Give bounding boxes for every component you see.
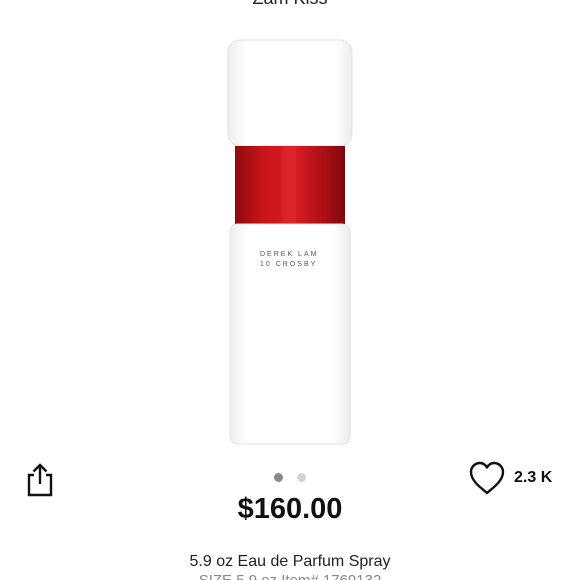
- product-item-meta: SIZE 5.9 oz Item# 1769132: [0, 572, 580, 580]
- heart-outline-icon: [469, 461, 505, 495]
- product-detail-page: Zam Kiss: [0, 0, 580, 580]
- pager-dot-1[interactable]: [274, 473, 283, 482]
- love-count: 2.3 K: [514, 469, 553, 486]
- product-size-description: 5.9 oz Eau de Parfum Spray: [189, 553, 391, 570]
- product-price: $160.00: [237, 493, 343, 525]
- pager-dot-2[interactable]: [297, 473, 306, 482]
- perfume-bottle-image: DEREK LAM 10 CROSBY: [227, 39, 353, 445]
- product-name: Zam Kiss: [0, 0, 580, 9]
- product-image[interactable]: DEREK LAM 10 CROSBY: [220, 30, 360, 450]
- bottle-brand-line1: DEREK LAM: [260, 251, 318, 258]
- bottle-brand-line2: 10 CROSBY: [260, 261, 317, 268]
